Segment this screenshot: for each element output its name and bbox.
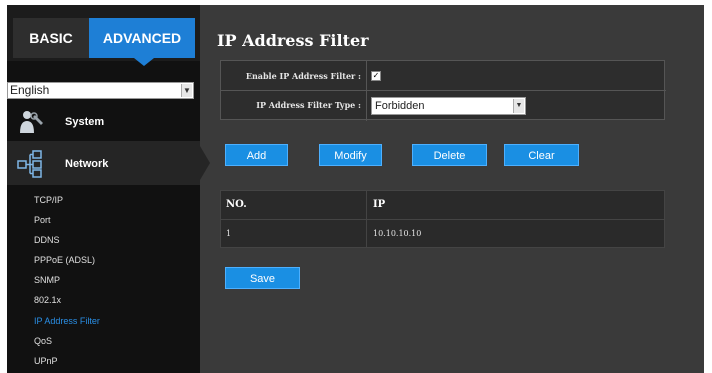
sidebar-item-port[interactable]: Port (34, 215, 51, 225)
sidebar-item-system[interactable]: System (7, 103, 200, 139)
table-cell-no: 1 (226, 229, 232, 238)
page-title: IP Address Filter (217, 31, 369, 50)
add-button[interactable]: Add (225, 144, 288, 166)
sidebar-item-system-label: System (65, 116, 105, 128)
table-header-ip: IP (373, 199, 386, 210)
filter-type-label: IP Address Filter Type : (256, 100, 361, 110)
enable-filter-checkbox[interactable]: ✓ (371, 71, 381, 81)
enable-filter-label: Enable IP Address Filter : (245, 71, 361, 81)
sidebar-item-network-label: Network (65, 158, 109, 170)
filter-type-row: IP Address Filter Type : Forbidden ▼ (221, 90, 666, 120)
language-select[interactable]: English ▼ (7, 82, 194, 99)
filter-type-select[interactable]: Forbidden ▼ (371, 97, 526, 115)
enable-filter-row: Enable IP Address Filter : ✓ (221, 61, 666, 90)
ip-filter-table: NO. IP 1 10.10.10.10 (220, 190, 665, 248)
chevron-down-icon[interactable]: ▼ (181, 84, 192, 97)
main-content: IP Address Filter Enable IP Address Filt… (212, 5, 704, 373)
filter-type-value: Forbidden (375, 100, 425, 112)
sidebar-item-tcpip[interactable]: TCP/IP (34, 195, 63, 205)
modify-button[interactable]: Modify (319, 144, 382, 166)
table-header-no: NO. (226, 199, 247, 210)
sidebar-item-network[interactable]: Network (7, 141, 200, 185)
filter-settings-form: Enable IP Address Filter : ✓ IP Address … (220, 60, 666, 121)
tab-basic[interactable]: BASIC (13, 18, 89, 58)
active-menu-pointer (200, 146, 210, 180)
sidebar-item-snmp[interactable]: SNMP (34, 275, 60, 285)
sidebar-item-ip-address-filter[interactable]: IP Address Filter (34, 316, 100, 326)
sidebar-item-qos[interactable]: QoS (34, 336, 52, 346)
app-frame: BASIC ADVANCED English ▼ System Network … (7, 5, 704, 373)
table-header-divider (221, 219, 664, 220)
chevron-down-icon[interactable]: ▼ (513, 99, 524, 113)
table-cell-ip: 10.10.10.10 (373, 229, 422, 238)
sidebar-item-8021x[interactable]: 802.1x (34, 295, 61, 305)
tab-advanced[interactable]: ADVANCED (89, 18, 195, 58)
active-tab-pointer (134, 58, 154, 66)
save-button[interactable]: Save (225, 267, 300, 289)
wrench-person-icon (17, 109, 45, 140)
sidebar: BASIC ADVANCED English ▼ System Network … (7, 5, 200, 373)
sidebar-item-upnp[interactable]: UPnP (34, 356, 58, 366)
sidebar-item-ddns[interactable]: DDNS (34, 235, 60, 245)
network-icon (17, 150, 47, 183)
mode-tabs: BASIC ADVANCED (7, 5, 200, 66)
delete-button[interactable]: Delete (412, 144, 487, 166)
sidebar-item-pppoe[interactable]: PPPoE (ADSL) (34, 255, 95, 265)
clear-button[interactable]: Clear (504, 144, 579, 166)
language-select-value: English (10, 83, 50, 97)
